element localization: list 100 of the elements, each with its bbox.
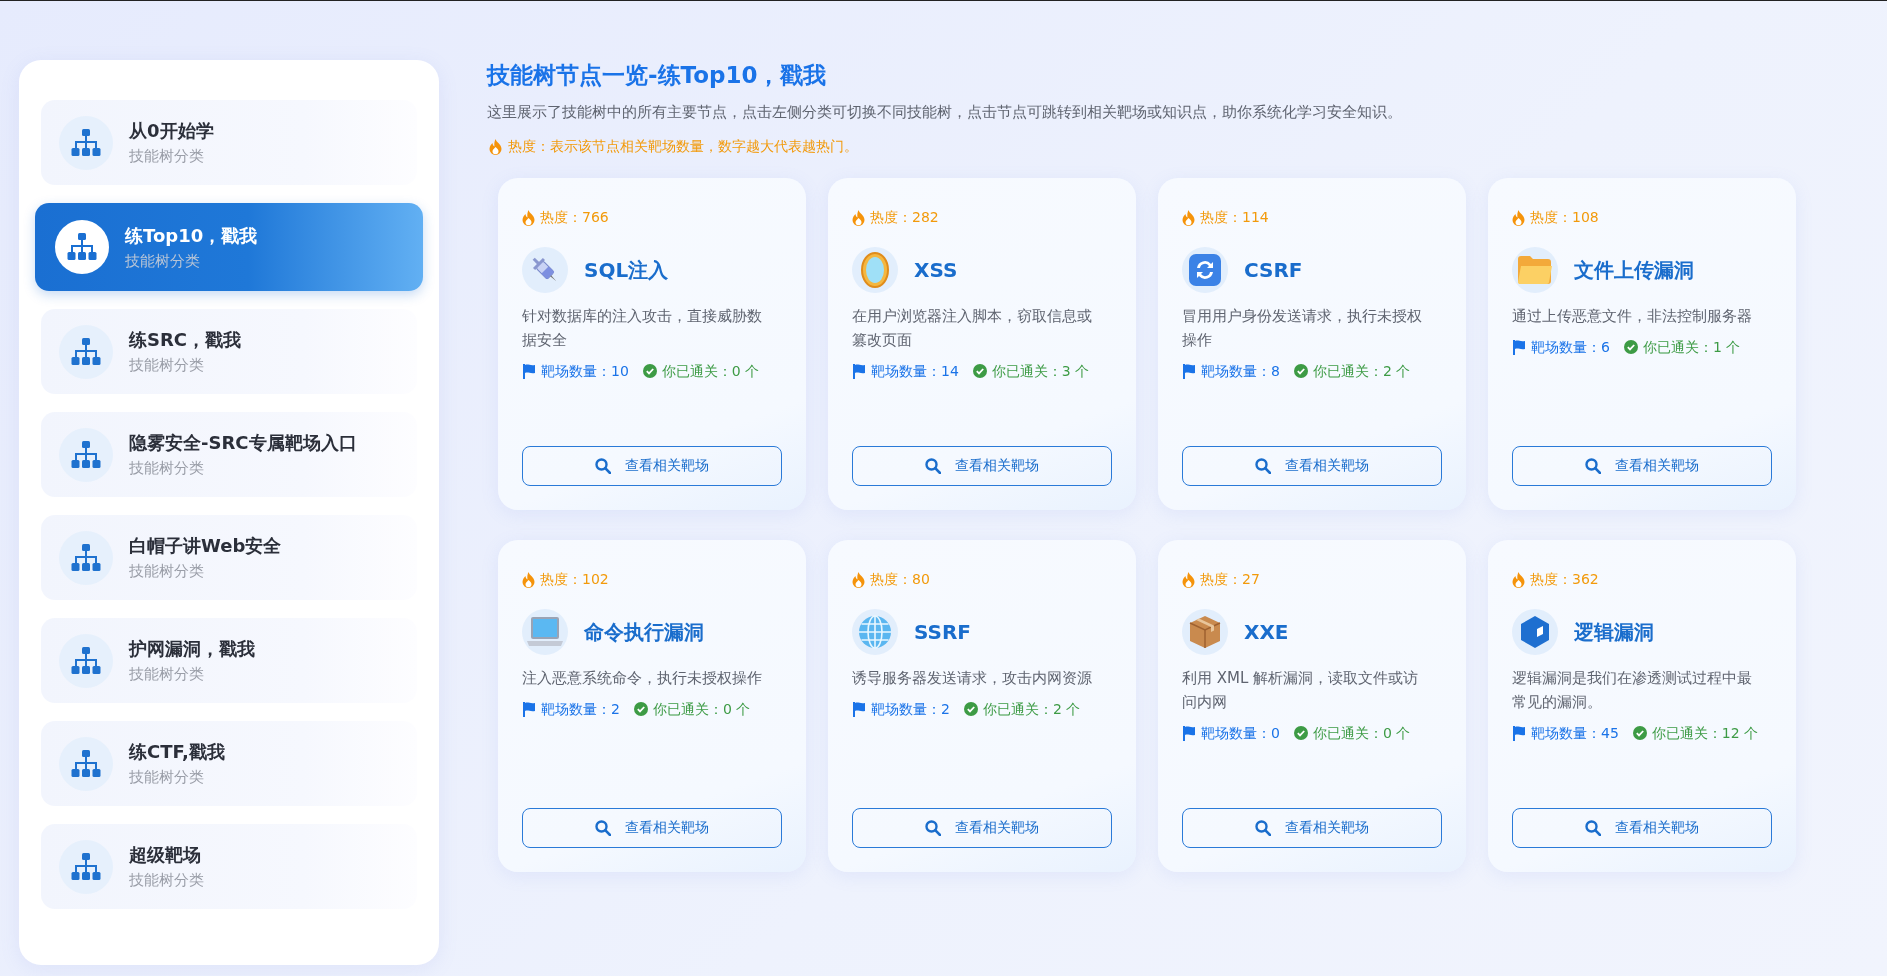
- category-title: 练SRC，戳我: [129, 328, 242, 352]
- page-description: 这里展示了技能树中的所有主要节点，点击左侧分类可切换不同技能树，点击节点可跳转到相关靶场或知识点，助你系统化学习安全知识。: [487, 103, 1403, 122]
- category-title: 护网漏洞，戳我: [129, 637, 255, 661]
- check-circle-icon: [1293, 364, 1308, 378]
- skill-title: 逻辑漏洞: [1574, 618, 1654, 646]
- sitemap-icon: [71, 337, 101, 366]
- mirror-icon: [860, 251, 890, 289]
- view-ranges-button[interactable]: 查看相关靶场: [852, 446, 1112, 486]
- category-subtitle: 技能树分类: [129, 665, 205, 684]
- flag-icon: [522, 701, 536, 717]
- skill-description: 通过上传恶意文件，非法控制服务器: [1512, 306, 1753, 327]
- heat-value: 热度：282: [870, 209, 939, 227]
- skill-title: SSRF: [914, 620, 971, 644]
- heat-value: 热度：102: [540, 571, 609, 589]
- sitemap-icon: [71, 646, 101, 675]
- heat-value: 热度：27: [1200, 571, 1260, 589]
- skill-title: 命令执行漏洞: [584, 618, 704, 646]
- category-title: 隐雾安全-SRC专属靶场入口: [129, 431, 357, 455]
- flame-icon: [852, 572, 865, 588]
- flag-icon: [1182, 725, 1196, 741]
- view-ranges-button[interactable]: 查看相关靶场: [1512, 446, 1772, 486]
- sitemap-icon: [67, 233, 97, 261]
- flame-icon: [522, 210, 535, 226]
- check-circle-icon: [1623, 340, 1638, 354]
- passed-count: 你已通关：0 个: [652, 700, 751, 719]
- category-title: 从0开始学: [129, 119, 214, 143]
- skill-title: XXE: [1244, 620, 1289, 644]
- skill-description: 逻辑漏洞是我们在渗透测试过程中最常见的漏洞。: [1512, 668, 1753, 713]
- range-count: 靶场数量：6: [1531, 338, 1610, 357]
- heat-value: 热度：362: [1530, 571, 1599, 589]
- check-circle-icon: [1293, 726, 1308, 740]
- category-subtitle: 技能树分类: [129, 562, 205, 581]
- check-circle-icon: [972, 364, 987, 378]
- skill-description: 在用户浏览器注入脚本，窃取信息或篡改页面: [852, 306, 1093, 351]
- skill-description: 注入恶意系统命令，执行未授权操作: [522, 668, 763, 689]
- view-ranges-button[interactable]: 查看相关靶场: [522, 808, 782, 848]
- passed-count: 你已通关：0 个: [1312, 724, 1411, 743]
- laptop-icon: [526, 616, 564, 648]
- category-title: 练Top10，戳我: [125, 223, 258, 248]
- globe-icon: [858, 615, 892, 649]
- check-circle-icon: [1632, 726, 1647, 740]
- sitemap-icon: [71, 543, 101, 572]
- heat-value: 热度：114: [1200, 209, 1269, 227]
- range-count: 靶场数量：2: [541, 700, 620, 719]
- skill-description: 诱导服务器发送请求，攻击内网资源: [852, 668, 1093, 689]
- flag-icon: [852, 701, 866, 717]
- refresh-icon: [1188, 253, 1222, 287]
- flag-icon: [1512, 725, 1526, 741]
- sitemap-icon: [71, 852, 101, 881]
- flame-icon: [522, 572, 535, 588]
- search-icon: [1255, 820, 1271, 836]
- check-circle-icon: [642, 364, 657, 378]
- category-title: 白帽子讲Web安全: [129, 534, 282, 558]
- package-icon: [1188, 615, 1222, 649]
- passed-count: 你已通关：2 个: [1312, 362, 1411, 381]
- range-count: 靶场数量：14: [871, 362, 959, 381]
- view-ranges-button[interactable]: 查看相关靶场: [1512, 808, 1772, 848]
- flag-icon: [1512, 339, 1526, 355]
- category-subtitle: 技能树分类: [129, 871, 204, 890]
- category-item[interactable]: 练Top10，戳我 技能树分类: [35, 203, 423, 291]
- view-ranges-button[interactable]: 查看相关靶场: [522, 446, 782, 486]
- view-ranges-button[interactable]: 查看相关靶场: [1182, 446, 1442, 486]
- range-count: 靶场数量：10: [541, 362, 629, 381]
- flame-icon: [1182, 210, 1195, 226]
- heat-value: 热度：108: [1530, 209, 1599, 227]
- skill-description: 冒用用户身份发送请求，执行未授权操作: [1182, 306, 1423, 351]
- category-subtitle: 技能树分类: [129, 147, 205, 166]
- range-count: 靶场数量：0: [1201, 724, 1280, 743]
- search-icon: [1585, 458, 1601, 474]
- flag-icon: [522, 363, 536, 379]
- flame-icon: [1512, 210, 1525, 226]
- heat-value: 热度：80: [870, 571, 930, 589]
- search-icon: [595, 458, 611, 474]
- category-title: 练CTF,戳我: [129, 740, 225, 764]
- page-title: 技能树节点一览-练Top10，戳我: [487, 61, 828, 90]
- sitemap-icon: [71, 749, 101, 778]
- sitemap-icon: [71, 128, 101, 157]
- flag-icon: [852, 363, 866, 379]
- search-icon: [595, 820, 611, 836]
- category-subtitle: 技能树分类: [129, 459, 205, 478]
- view-ranges-button[interactable]: 查看相关靶场: [852, 808, 1112, 848]
- skill-description: 针对数据库的注入攻击，直接威胁数据安全: [522, 306, 763, 351]
- folder-icon: [1517, 255, 1553, 285]
- search-icon: [1255, 458, 1271, 474]
- check-circle-icon: [963, 702, 978, 716]
- category-subtitle: 技能树分类: [129, 356, 205, 375]
- search-icon: [1585, 820, 1601, 836]
- category-title: 超级靶场: [129, 843, 202, 867]
- check-circle-icon: [633, 702, 648, 716]
- flame-icon: [852, 210, 865, 226]
- range-count: 靶场数量：45: [1531, 724, 1619, 743]
- view-ranges-button[interactable]: 查看相关靶场: [1182, 808, 1442, 848]
- flag-icon: [1182, 363, 1196, 379]
- range-count: 靶场数量：8: [1201, 362, 1280, 381]
- category-subtitle: 技能树分类: [129, 768, 205, 787]
- search-icon: [925, 820, 941, 836]
- skill-title: 文件上传漏洞: [1574, 256, 1694, 284]
- heat-value: 热度：766: [540, 209, 609, 227]
- flame-icon: [1182, 572, 1195, 588]
- flame-icon: [489, 139, 502, 155]
